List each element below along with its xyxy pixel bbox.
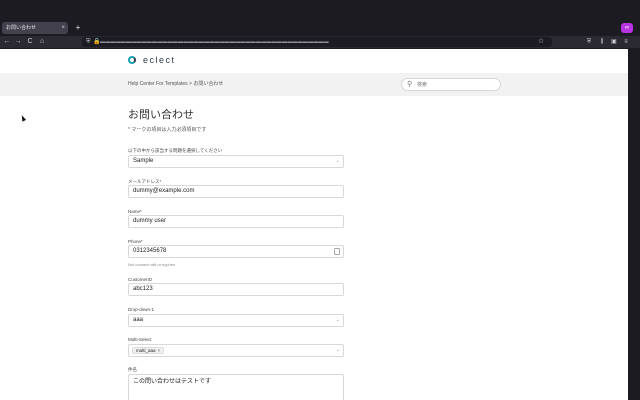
sidebar-icon[interactable]: ▣ [609, 36, 619, 48]
library-icon[interactable]: ⫼ [597, 36, 607, 48]
home-icon[interactable]: ⌂ [37, 36, 47, 48]
site-logo[interactable]: eclect [128, 55, 176, 65]
url-text[interactable]: ▬▬▬▬▬▬▬▬▬▬▬▬▬▬▬▬▬▬▬▬▬▬▬▬▬▬▬▬▬▬▬▬▬▬▬▬▬▬▬▬… [100, 37, 329, 47]
tab-title: お問い合わせ [6, 25, 37, 31]
subject-label: 件名 [128, 367, 137, 372]
issue-select-value: Sample [133, 158, 154, 164]
page-title: お問い合わせ [128, 109, 194, 121]
pocket-icon[interactable]: ⛨ [584, 36, 594, 48]
phone-field[interactable]: 0312345678 [128, 245, 344, 258]
contact-card-icon [334, 248, 340, 255]
forward-icon[interactable]: → [13, 36, 23, 48]
dropdown-1-label: Drop-down-1 [128, 307, 155, 312]
new-tab-button[interactable]: + [73, 22, 83, 34]
search-input[interactable] [417, 80, 497, 89]
search-icon: ⚲ [407, 81, 413, 88]
site-header: eclect [0, 49, 628, 71]
chevron-down-icon: ⌄ [335, 158, 340, 164]
chevron-down-icon: ⌄ [335, 347, 340, 353]
multi-select-label: Multi-Select [128, 337, 152, 342]
menu-icon[interactable]: ≡ [621, 36, 631, 48]
scrollbar[interactable] [628, 49, 640, 400]
mouse-cursor-icon [19, 114, 27, 122]
chevron-down-icon: ⌄ [335, 317, 340, 323]
customer-id-field[interactable]: abc123 [128, 283, 344, 296]
reload-icon[interactable]: C [25, 36, 35, 48]
subject-field[interactable]: この問い合わせはテストです [128, 374, 344, 400]
search-box[interactable]: ⚲ [401, 78, 501, 91]
logo-text: eclect [143, 55, 176, 65]
email-field[interactable]: dummy@example.com [128, 185, 344, 198]
phone-value: 0312345678 [133, 248, 167, 254]
logo-mark-icon [128, 56, 136, 64]
tab-close-icon[interactable]: × [61, 22, 65, 34]
name-label: Name* [128, 209, 142, 214]
dropdown-1-value: aaa [133, 317, 144, 323]
selected-chip: multi_aaa × [132, 347, 165, 354]
phone-hint: Not connect with a hyphen [128, 262, 176, 267]
page-viewport: eclect Help Center For Templates > お問い合わ… [0, 49, 628, 400]
name-field[interactable]: dummy user [128, 215, 344, 228]
chip-label: multi_aaa [136, 348, 156, 353]
dropdown-1-select[interactable]: aaa ⌄ [128, 314, 344, 327]
breadcrumb[interactable]: Help Center For Templates > お問い合わせ [128, 73, 223, 96]
shield-icon[interactable]: ⛨ [86, 37, 91, 47]
back-icon[interactable]: ← [2, 36, 12, 48]
address-bar[interactable]: ⛨ 🔒 ▬▬▬▬▬▬▬▬▬▬▬▬▬▬▬▬▬▬▬▬▬▬▬▬▬▬▬▬▬▬▬▬▬▬▬▬… [82, 37, 552, 47]
multi-select[interactable]: multi_aaa × ⌄ [128, 344, 344, 357]
issue-select-label: 以下の中から該当する問題を選択してください [128, 148, 223, 153]
phone-label: Phone* [128, 239, 143, 244]
sub-navigation: Help Center For Templates > お問い合わせ ⚲ [0, 73, 628, 96]
bookmark-star-icon[interactable]: ☆ [536, 36, 546, 48]
chip-remove-icon[interactable]: × [158, 348, 161, 353]
browser-tab[interactable]: お問い合わせ × [2, 22, 68, 34]
issue-select[interactable]: Sample ⌄ [128, 155, 344, 168]
required-note: * マークの項目は入力必須項目です [128, 127, 207, 133]
customer-id-label: CustomerID [128, 277, 153, 282]
os-top-bar [0, 0, 640, 20]
extension-badge-icon[interactable]: ∞ [621, 23, 633, 33]
